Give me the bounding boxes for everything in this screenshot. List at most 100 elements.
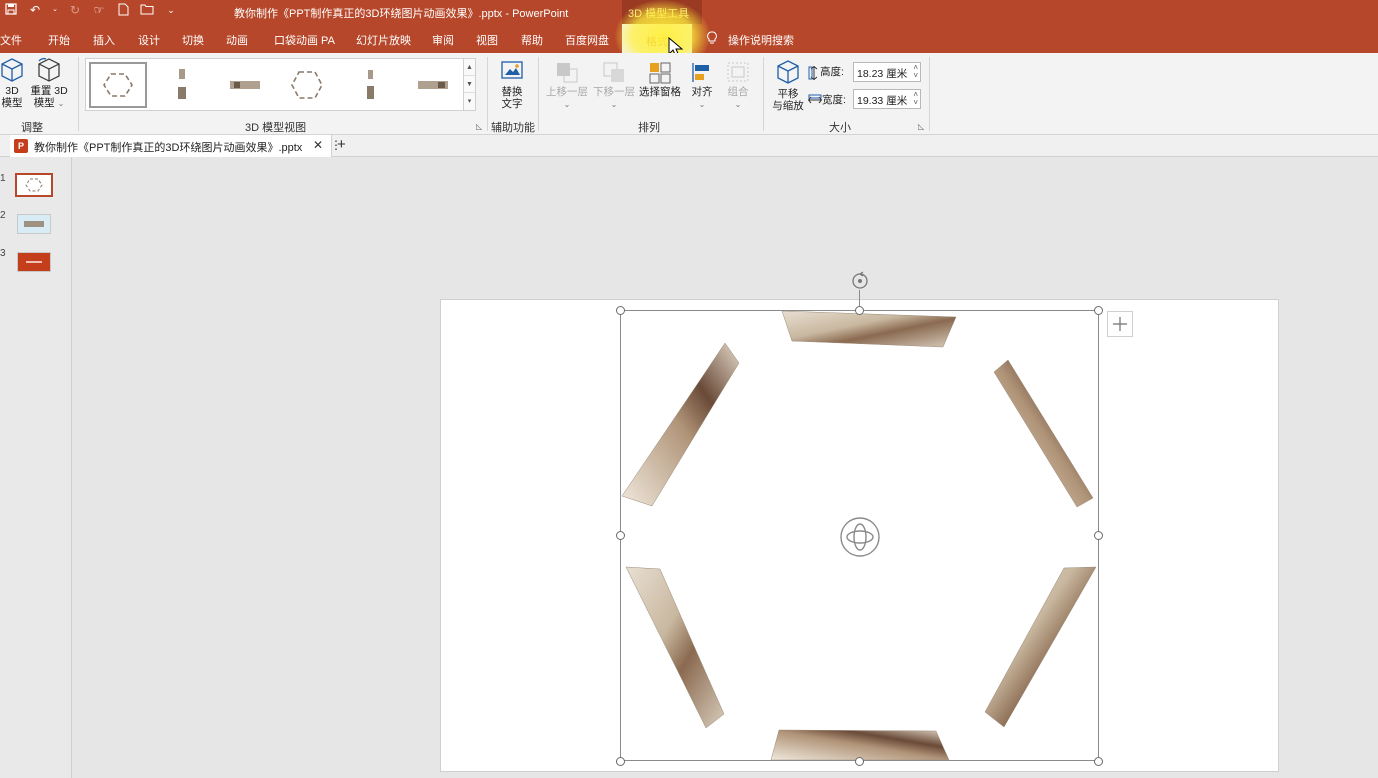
resize-handle-ne[interactable] bbox=[1094, 306, 1103, 315]
tab-pocket-animation[interactable]: 口袋动画 PA bbox=[274, 32, 335, 48]
view-preset-front[interactable] bbox=[89, 62, 147, 108]
gallery-scroll[interactable]: ▲ ▼ ▾ bbox=[463, 59, 475, 110]
slide-thumbnail-1[interactable] bbox=[15, 173, 53, 197]
slide-thumbnail-2[interactable] bbox=[17, 214, 51, 234]
resize-handle-s[interactable] bbox=[855, 757, 864, 766]
align-button[interactable]: 对齐 ⌄ bbox=[688, 60, 716, 111]
3d-model-views-gallery: ▲ ▼ ▾ bbox=[85, 58, 476, 111]
3d-models-label: 3D 模型 bbox=[1, 85, 23, 109]
height-row: 高度: 18.23 厘米 ˄ ˅ bbox=[808, 62, 921, 82]
reset-3d-model-button[interactable]: 重置 3D 模型 ⌄ bbox=[28, 57, 70, 110]
tab-file[interactable]: 文件 bbox=[0, 32, 22, 48]
group-label-3d-model-views: 3D 模型视图 bbox=[245, 122, 307, 134]
tab-help[interactable]: 帮助 bbox=[521, 32, 543, 48]
slide-thumbnails-pane: 1 2 3 bbox=[0, 157, 72, 778]
cube-icon bbox=[1, 58, 23, 82]
resize-handle-sw[interactable] bbox=[616, 757, 625, 766]
alt-text-button[interactable]: 替换 文字 bbox=[494, 58, 530, 110]
width-label: 宽度: bbox=[822, 93, 846, 106]
undo-dropdown-icon[interactable]: ⌄ bbox=[52, 3, 58, 17]
group-button[interactable]: 组合 ⌄ bbox=[724, 60, 752, 111]
selection-pane-icon bbox=[649, 62, 671, 84]
align-label: 对齐 bbox=[691, 86, 713, 98]
quick-access-toolbar: ↶ ⌄ ↻ ☞ ⌄ bbox=[4, 3, 178, 17]
customize-qat-icon[interactable]: ⌄ bbox=[164, 3, 178, 17]
resize-handle-n[interactable] bbox=[855, 306, 864, 315]
chevron-down-icon: ⌄ bbox=[57, 99, 65, 108]
tab-review[interactable]: 审阅 bbox=[432, 32, 454, 48]
alt-text-label: 替换 文字 bbox=[501, 86, 523, 110]
undo-icon[interactable]: ↶ bbox=[28, 3, 42, 17]
tell-me-search[interactable]: 操作说明搜索 bbox=[728, 32, 794, 48]
view-preset-side[interactable] bbox=[153, 62, 211, 108]
view-preset-angle[interactable] bbox=[278, 62, 336, 108]
document-title: 教你制作《PPT制作真正的3D环绕图片动画效果》.pptx - PowerPoi… bbox=[234, 8, 569, 20]
dialog-launcher-icon[interactable]: ◺ bbox=[476, 122, 482, 131]
powerpoint-file-icon: P bbox=[14, 139, 28, 153]
selection-pane-button[interactable]: 选择窗格 bbox=[638, 60, 682, 98]
bring-forward-button[interactable]: 上移一层 ⌄ bbox=[544, 60, 590, 111]
pan-zoom-label: 平移 与缩放 bbox=[772, 88, 804, 112]
resize-handle-w[interactable] bbox=[616, 531, 625, 540]
resize-handle-se[interactable] bbox=[1094, 757, 1103, 766]
tab-format-label: 格式 bbox=[646, 36, 668, 48]
width-value: 19.33 厘米 bbox=[857, 95, 908, 107]
view-preset-below[interactable] bbox=[404, 62, 462, 108]
slide-thumbnail-3[interactable] bbox=[17, 252, 51, 272]
touch-mode-icon[interactable]: ☞ bbox=[92, 3, 106, 17]
document-tab[interactable]: P 教你制作《PPT制作真正的3D环绕图片动画效果》.pptx ✕ ⋮ bbox=[10, 135, 342, 157]
group-icon bbox=[727, 62, 749, 82]
group-divider bbox=[78, 57, 79, 131]
tab-animations[interactable]: 动画 bbox=[226, 32, 248, 48]
height-field[interactable]: 18.23 厘米 ˄ ˅ bbox=[853, 62, 921, 82]
height-value: 18.23 厘米 bbox=[857, 68, 908, 80]
dialog-launcher-icon[interactable]: ◺ bbox=[918, 122, 924, 131]
redo-icon[interactable]: ↻ bbox=[68, 3, 82, 17]
tab-home[interactable]: 开始 bbox=[48, 32, 70, 48]
pan-zoom-icon bbox=[777, 60, 799, 84]
selection-pane-label: 选择窗格 bbox=[639, 86, 681, 98]
tab-baidu-netdisk[interactable]: 百度网盘 bbox=[565, 32, 609, 48]
width-field[interactable]: 19.33 厘米 ˄ ˅ bbox=[853, 89, 921, 109]
view-preset-top[interactable] bbox=[341, 62, 399, 108]
gallery-more-icon[interactable]: ▾ bbox=[464, 93, 475, 110]
bring-forward-icon bbox=[557, 63, 578, 83]
send-backward-label: 下移一层 bbox=[593, 86, 635, 98]
gallery-scroll-up-icon[interactable]: ▲ bbox=[464, 59, 475, 76]
gallery-scroll-down-icon[interactable]: ▼ bbox=[464, 76, 475, 93]
bring-forward-label: 上移一层 bbox=[546, 86, 588, 98]
3d-models-button[interactable]: 3D 模型 bbox=[0, 57, 26, 109]
new-tab-button[interactable]: + bbox=[337, 136, 346, 153]
ribbon: 3D 模型 重置 3D 模型 ⌄ 调整 ▲ ▼ ▾ 3D 模型视图 ◺ 替换 文… bbox=[0, 53, 1378, 135]
spinner-icon[interactable]: ˄ ˅ bbox=[913, 91, 918, 107]
view-preset-edge[interactable] bbox=[216, 62, 274, 108]
group-label-arrange: 排列 bbox=[638, 122, 660, 134]
send-backward-button[interactable]: 下移一层 ⌄ bbox=[591, 60, 637, 111]
group-divider bbox=[487, 57, 488, 131]
resize-handle-nw[interactable] bbox=[616, 306, 625, 315]
tab-design[interactable]: 设计 bbox=[138, 32, 160, 48]
chevron-down-icon: ⌄ bbox=[610, 100, 618, 109]
chevron-down-icon: ⌄ bbox=[734, 100, 742, 109]
layout-options-button[interactable] bbox=[1107, 311, 1133, 337]
open-folder-icon[interactable] bbox=[140, 3, 154, 17]
height-label: 高度: bbox=[820, 66, 844, 79]
rotate-handle-icon[interactable] bbox=[849, 270, 871, 292]
group-divider bbox=[763, 57, 764, 131]
tab-view[interactable]: 视图 bbox=[476, 32, 498, 48]
tab-insert[interactable]: 插入 bbox=[93, 32, 115, 48]
group-divider bbox=[929, 57, 930, 131]
pan-zoom-button[interactable]: 平移 与缩放 bbox=[770, 58, 806, 112]
resize-handle-e[interactable] bbox=[1094, 531, 1103, 540]
document-tab-strip: P 教你制作《PPT制作真正的3D环绕图片动画效果》.pptx ✕ ⋮ + bbox=[0, 135, 1378, 157]
spinner-icon[interactable]: ˄ ˅ bbox=[913, 64, 918, 80]
new-file-icon[interactable] bbox=[116, 3, 130, 17]
width-icon-label: 宽度: bbox=[807, 92, 850, 107]
tab-slideshow[interactable]: 幻灯片放映 bbox=[356, 32, 411, 48]
document-tab-name: 教你制作《PPT制作真正的3D环绕图片动画效果》.pptx bbox=[34, 142, 303, 154]
tab-transitions[interactable]: 切换 bbox=[182, 32, 204, 48]
close-icon[interactable]: ✕ bbox=[313, 138, 323, 152]
3d-rotate-control-icon[interactable] bbox=[838, 515, 882, 559]
save-icon[interactable] bbox=[4, 3, 18, 17]
reset-cube-icon bbox=[38, 57, 60, 82]
